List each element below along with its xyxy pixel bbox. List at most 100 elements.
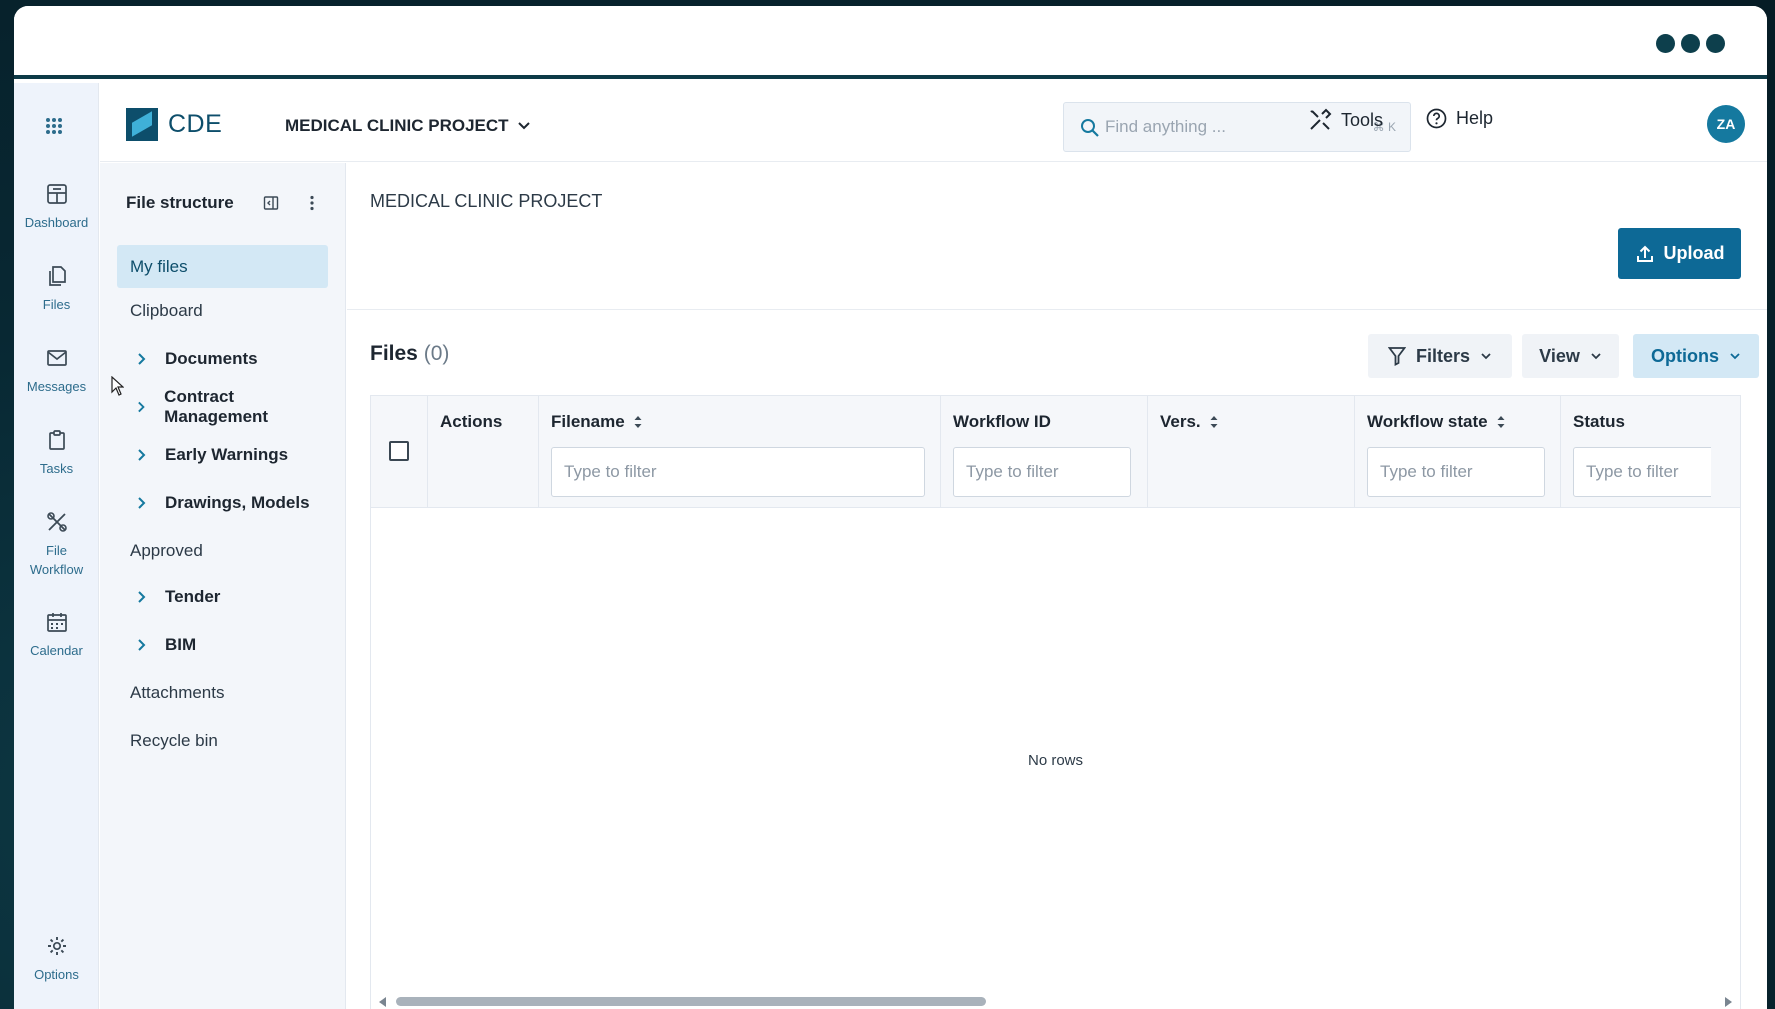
- panel-title: File structure: [126, 193, 234, 212]
- column-workflow-id: Workflow ID: [941, 396, 1148, 508]
- tree-item-label: BIM: [165, 634, 197, 654]
- title-bar: [14, 6, 1767, 79]
- chevron-down-icon: [1730, 353, 1740, 360]
- files-heading: Files (0): [370, 342, 449, 366]
- mail-icon: [46, 350, 67, 366]
- rail-label: Files: [42, 297, 71, 312]
- tools-button[interactable]: Tools: [1308, 108, 1383, 132]
- rail-label: Dashboard: [24, 215, 89, 230]
- column-header-label: Status: [1573, 412, 1625, 431]
- app-window: Dashboard Files Messages Tasks File Work…: [14, 6, 1767, 1009]
- select-all-checkbox[interactable]: [389, 441, 409, 461]
- collapse-panel-icon[interactable]: [263, 195, 279, 211]
- rail-item-files[interactable]: Files: [14, 265, 99, 314]
- chevron-right-icon[interactable]: [137, 448, 147, 462]
- mouse-pointer-icon: [111, 376, 124, 396]
- tree-folder-documents[interactable]: Documents: [117, 337, 328, 380]
- sort-icon[interactable]: [1209, 414, 1219, 430]
- scrollbar-thumb[interactable]: [396, 997, 986, 1006]
- clipboard-icon: [48, 430, 65, 450]
- column-actions: Actions: [428, 396, 539, 508]
- rail-item-file-workflow[interactable]: File Workflow: [14, 511, 99, 579]
- view-button[interactable]: View: [1522, 334, 1619, 378]
- tree-folder-drawings-models[interactable]: Drawings, Models: [117, 481, 328, 524]
- main-content: MEDICAL CLINIC PROJECT Upload Files (0) …: [347, 163, 1767, 1009]
- app-grid-icon[interactable]: [45, 117, 63, 135]
- top-header: CDE MEDICAL CLINIC PROJECT ⌘ K Tools Hel…: [100, 83, 1767, 162]
- tree-item-my-files[interactable]: My files: [117, 245, 328, 288]
- chevron-down-icon: [1591, 353, 1601, 360]
- filters-button[interactable]: Filters: [1368, 334, 1512, 378]
- sort-icon[interactable]: [633, 414, 643, 430]
- dashboard-icon: [46, 184, 67, 204]
- upload-icon: [1636, 245, 1653, 262]
- brand-name[interactable]: CDE: [168, 110, 222, 139]
- column-header-label: Actions: [440, 412, 503, 431]
- tree-folder-early-warnings[interactable]: Early Warnings: [117, 433, 328, 476]
- column-header-label: Workflow ID: [953, 412, 1051, 431]
- project-selector[interactable]: MEDICAL CLINIC PROJECT: [285, 116, 531, 136]
- rail-item-messages[interactable]: Messages: [14, 347, 99, 396]
- tree-item-attachments[interactable]: Attachments: [117, 671, 328, 714]
- file-structure-panel: File structure My files Clipboard Docume…: [100, 163, 346, 1009]
- more-vertical-icon[interactable]: [304, 195, 320, 211]
- tree-folder-bim[interactable]: BIM: [117, 623, 328, 666]
- rail-item-calendar[interactable]: Calendar: [14, 611, 99, 660]
- horizontal-scrollbar[interactable]: [371, 992, 1740, 1009]
- gear-icon: [47, 937, 66, 955]
- upload-button[interactable]: Upload: [1618, 228, 1741, 279]
- chevron-right-icon[interactable]: [137, 590, 147, 604]
- view-label: View: [1539, 345, 1580, 366]
- tree-folder-contract-management[interactable]: Contract Management: [117, 385, 328, 428]
- column-workflow-state: Workflow state: [1355, 396, 1561, 508]
- files-heading-label: Files: [370, 342, 418, 365]
- files-table: Actions Filename Workflow ID Vers. Workf: [370, 395, 1741, 1009]
- filename-filter-input[interactable]: [551, 447, 925, 497]
- column-filename: Filename: [539, 396, 941, 508]
- tree-item-approved[interactable]: Approved: [117, 529, 328, 572]
- column-header-sortable[interactable]: Filename: [551, 412, 643, 432]
- rail-item-options[interactable]: Options: [14, 935, 99, 984]
- files-icon: [48, 266, 66, 286]
- rail-label: Calendar: [30, 643, 83, 658]
- user-avatar[interactable]: ZA: [1707, 105, 1745, 143]
- column-status: Status: [1561, 396, 1711, 508]
- options-button[interactable]: Options: [1633, 334, 1759, 378]
- filter-icon: [1387, 347, 1406, 366]
- tree-item-recycle-bin[interactable]: Recycle bin: [117, 719, 328, 762]
- workflow-id-filter-input[interactable]: [953, 447, 1131, 497]
- rail-label: Options: [34, 967, 79, 982]
- chevron-right-icon[interactable]: [137, 352, 147, 366]
- chevron-right-icon[interactable]: [137, 496, 147, 510]
- project-name: MEDICAL CLINIC PROJECT: [285, 116, 509, 135]
- help-label: Help: [1456, 108, 1494, 128]
- status-filter-input[interactable]: [1573, 447, 1711, 497]
- tree-item-label: Drawings, Models: [165, 492, 310, 512]
- options-label: Options: [1651, 345, 1719, 366]
- column-header-sortable[interactable]: Workflow state: [1367, 412, 1506, 432]
- chevron-right-icon[interactable]: [137, 638, 147, 652]
- rail-label: Messages: [26, 379, 87, 394]
- tools-label: Tools: [1341, 109, 1384, 130]
- help-button[interactable]: Help: [1426, 108, 1493, 129]
- tree-item-label: Early Warnings: [165, 444, 289, 464]
- rail-label: Workflow: [29, 562, 84, 577]
- rail-item-dashboard[interactable]: Dashboard: [14, 183, 99, 232]
- tree-item-clipboard[interactable]: Clipboard: [117, 289, 328, 332]
- rail-item-tasks[interactable]: Tasks: [14, 429, 99, 478]
- tree-folder-tender[interactable]: Tender: [117, 575, 328, 618]
- chevron-right-icon[interactable]: [137, 400, 146, 414]
- empty-state-text: No rows: [1027, 752, 1083, 769]
- tree-item-label: Clipboard: [130, 300, 203, 320]
- tree-item-label: Recycle bin: [130, 730, 218, 750]
- help-icon: [1426, 108, 1447, 129]
- column-header-sortable[interactable]: Vers.: [1160, 412, 1219, 432]
- brand-logo-icon[interactable]: [126, 108, 158, 141]
- workflow-state-filter-input[interactable]: [1367, 447, 1545, 497]
- sort-icon[interactable]: [1496, 414, 1506, 430]
- tree-item-label: My files: [130, 256, 188, 276]
- scroll-right-icon[interactable]: [1725, 997, 1732, 1007]
- more-dots-icon[interactable]: [1656, 34, 1725, 53]
- tree-item-label: Documents: [165, 348, 258, 368]
- scroll-left-icon[interactable]: [379, 997, 386, 1007]
